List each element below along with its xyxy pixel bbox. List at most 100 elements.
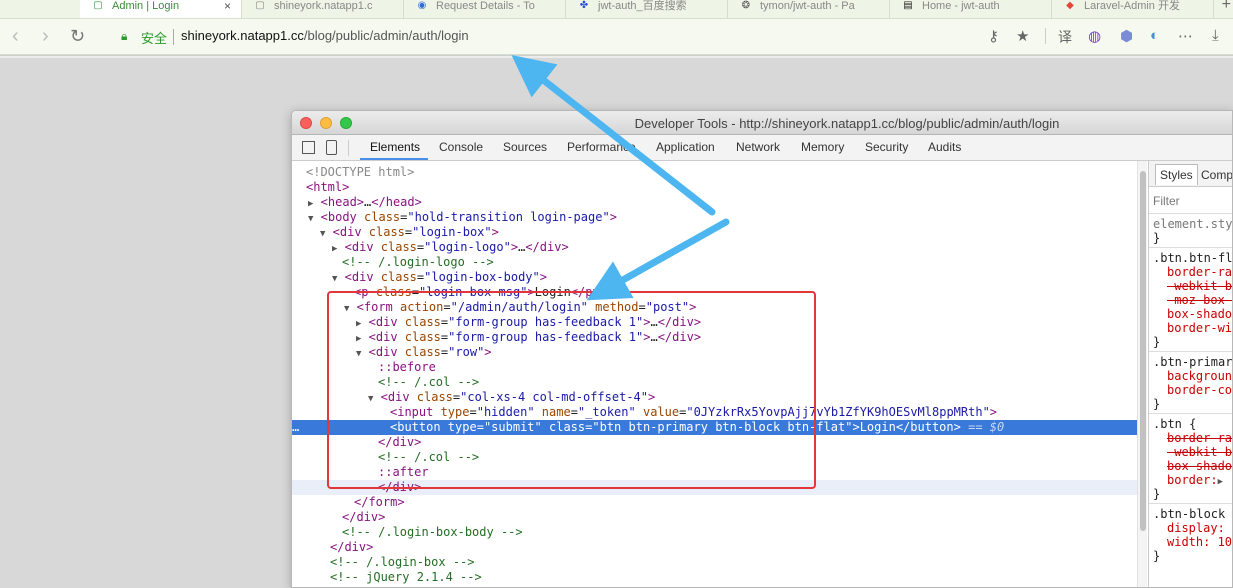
expand-arrow-icon[interactable]: ▶ xyxy=(308,199,313,209)
style-property[interactable]: -moz-box- xyxy=(1167,293,1232,307)
tab-styles[interactable]: Styles xyxy=(1155,164,1198,185)
tab-console[interactable]: Console xyxy=(439,140,483,154)
browser-tab-home-jwt[interactable]: ▤ Home - jwt-auth xyxy=(890,0,1052,18)
body-class: hold-transition login-page xyxy=(414,210,603,224)
style-property[interactable]: backgroun xyxy=(1167,369,1232,383)
star-icon[interactable]: ★ xyxy=(1016,27,1029,45)
login-box-class: login-box xyxy=(419,225,485,239)
back-icon[interactable]: ‹ xyxy=(12,25,19,47)
styles-tabbar: Styles Computed xyxy=(1149,161,1232,187)
translate-icon[interactable]: 译 xyxy=(1058,27,1072,47)
style-property[interactable]: -webkit-b xyxy=(1167,445,1232,459)
style-property[interactable]: border-ra xyxy=(1167,265,1232,279)
rule-selector[interactable]: .btn-primar xyxy=(1153,355,1232,369)
rule-selector[interactable]: .btn { xyxy=(1153,417,1196,431)
dom-comment-jquery[interactable]: <!-- jQuery 2.1.4 --> xyxy=(292,570,1137,585)
page-top-strip xyxy=(0,56,1233,58)
scrollbar-thumb[interactable] xyxy=(1140,171,1146,531)
url-path: /blog/public/admin/auth/login xyxy=(303,28,469,43)
url-host: shineyork.natapp1.cc xyxy=(181,28,304,43)
forward-icon[interactable]: › xyxy=(42,25,49,47)
style-property[interactable]: border-wi xyxy=(1167,321,1232,335)
comment-text: <!-- /.login-box-body --> xyxy=(342,525,523,539)
dom-node-head[interactable]: ▶ <head>…</head> xyxy=(292,195,1137,210)
dom-node-login-box-body[interactable]: ▼ <div class="login-box-body"> xyxy=(292,270,1137,285)
doctype-text: <!DOCTYPE html> xyxy=(306,165,415,179)
style-property[interactable]: border-co xyxy=(1167,383,1232,397)
browser-tab-laravel-admin[interactable]: ◆ Laravel-Admin 开发 xyxy=(1052,0,1214,18)
package-icon: ❂ xyxy=(741,0,751,11)
extension-hex-icon[interactable]: ⬢ xyxy=(1120,27,1133,45)
tabbar-separator xyxy=(348,140,349,156)
rule-selector[interactable]: .btn-block xyxy=(1153,507,1225,521)
expand-arrow-icon[interactable]: ▶ xyxy=(332,244,337,254)
collapse-arrow-icon[interactable]: ▼ xyxy=(320,229,325,239)
tab-application[interactable]: Application xyxy=(656,140,715,154)
dom-node-body[interactable]: ▼ <body class="hold-transition login-pag… xyxy=(292,210,1137,225)
device-toolbar-icon[interactable] xyxy=(326,140,337,155)
close-icon[interactable]: × xyxy=(224,0,231,12)
browser-tab-tymon[interactable]: ❂ tymon/jwt-auth - Pa xyxy=(728,0,890,18)
tab-memory[interactable]: Memory xyxy=(801,140,844,154)
dom-comment-login-box[interactable]: <!-- /.login-box --> xyxy=(292,555,1137,570)
key-icon[interactable]: ⚷ xyxy=(988,27,999,45)
dom-close-form[interactable]: </form> xyxy=(292,495,1137,510)
extension-globe-icon[interactable]: ◐ xyxy=(1150,27,1159,44)
comment-text: <!-- /.login-box --> xyxy=(330,555,475,569)
style-property[interactable]: border:▶ xyxy=(1167,473,1223,487)
dom-comment-login-logo[interactable]: <!-- /.login-logo --> xyxy=(292,255,1137,270)
style-property[interactable]: box-shado xyxy=(1167,307,1232,321)
dom-node-login-logo[interactable]: ▶ <div class="login-logo">…</div> xyxy=(292,240,1137,255)
new-tab-icon[interactable]: + xyxy=(1222,0,1231,14)
address-bar[interactable]: shineyork.natapp1.cc/blog/public/admin/a… xyxy=(181,28,469,43)
browser-tab-admin-login[interactable]: ▢ Admin | Login × xyxy=(80,0,242,18)
tab-sources[interactable]: Sources xyxy=(503,140,547,154)
page-icon: ▢ xyxy=(93,0,103,11)
elements-scrollbar[interactable] xyxy=(1137,161,1147,587)
styles-divider xyxy=(1149,503,1232,504)
inspect-element-icon[interactable] xyxy=(302,141,315,154)
styles-divider xyxy=(1149,413,1232,414)
reload-icon[interactable]: ↻ xyxy=(70,25,85,47)
styles-divider xyxy=(1149,213,1232,214)
rule-close-brace: } xyxy=(1153,549,1161,563)
more-icon[interactable]: … xyxy=(292,420,299,435)
tab-computed[interactable]: Computed xyxy=(1201,168,1232,182)
style-property[interactable]: border-ra xyxy=(1167,431,1232,445)
rule-close-brace: } xyxy=(1153,231,1161,245)
styles-divider xyxy=(1149,351,1232,352)
browser-tab-strip: ▢ Admin | Login × ▢ shineyork.natapp1.c … xyxy=(0,0,1233,19)
download-icon[interactable]: ⤓ xyxy=(1212,27,1219,44)
tag-name: html xyxy=(313,180,343,194)
tab-network[interactable]: Network xyxy=(736,140,780,154)
dom-node-html[interactable]: <html> xyxy=(292,180,1137,195)
browser-tab-shineyork[interactable]: ▢ shineyork.natapp1.c xyxy=(242,0,404,18)
style-property[interactable]: -webkit-b xyxy=(1167,279,1232,293)
style-property[interactable]: width: 10 xyxy=(1167,535,1232,549)
tab-security[interactable]: Security xyxy=(865,140,908,154)
tab-performance[interactable]: Performance xyxy=(567,140,636,154)
toolbar-separator xyxy=(1045,28,1046,44)
dom-close-div-login-box[interactable]: </div> xyxy=(292,540,1137,555)
style-property[interactable]: display: xyxy=(1167,521,1225,535)
more-icon[interactable]: ⋯ xyxy=(1178,27,1193,45)
browser-tab-baidu[interactable]: ✤ jwt-auth_百度搜索 xyxy=(566,0,728,18)
expand-arrow-icon[interactable]: ▶ xyxy=(1218,477,1223,487)
tab-elements[interactable]: Elements xyxy=(370,140,420,154)
login-box-body-class: login-box-body xyxy=(431,270,533,284)
element-style-selector[interactable]: element.style xyxy=(1153,217,1232,231)
styles-filter-input[interactable]: Filter xyxy=(1153,194,1180,208)
tab-title: Laravel-Admin 开发 xyxy=(1084,0,1180,12)
style-property[interactable]: box-shado xyxy=(1167,459,1232,473)
dom-close-div-login-box-body[interactable]: </div> xyxy=(292,510,1137,525)
annotation-highlight-box xyxy=(327,291,816,489)
tab-audits[interactable]: Audits xyxy=(928,140,961,154)
dom-comment-login-box-body[interactable]: <!-- /.login-box-body --> xyxy=(292,525,1137,540)
collapse-arrow-icon[interactable]: ▼ xyxy=(308,214,313,224)
dom-node-doctype[interactable]: <!DOCTYPE html> xyxy=(292,165,1137,180)
extension-icon[interactable]: ◍ xyxy=(1088,27,1101,45)
browser-tab-request-details[interactable]: ◉ Request Details - To xyxy=(404,0,566,18)
dom-node-login-box[interactable]: ▼ <div class="login-box"> xyxy=(292,225,1137,240)
collapse-arrow-icon[interactable]: ▼ xyxy=(332,274,337,284)
rule-selector[interactable]: .btn.btn-fl xyxy=(1153,251,1232,265)
